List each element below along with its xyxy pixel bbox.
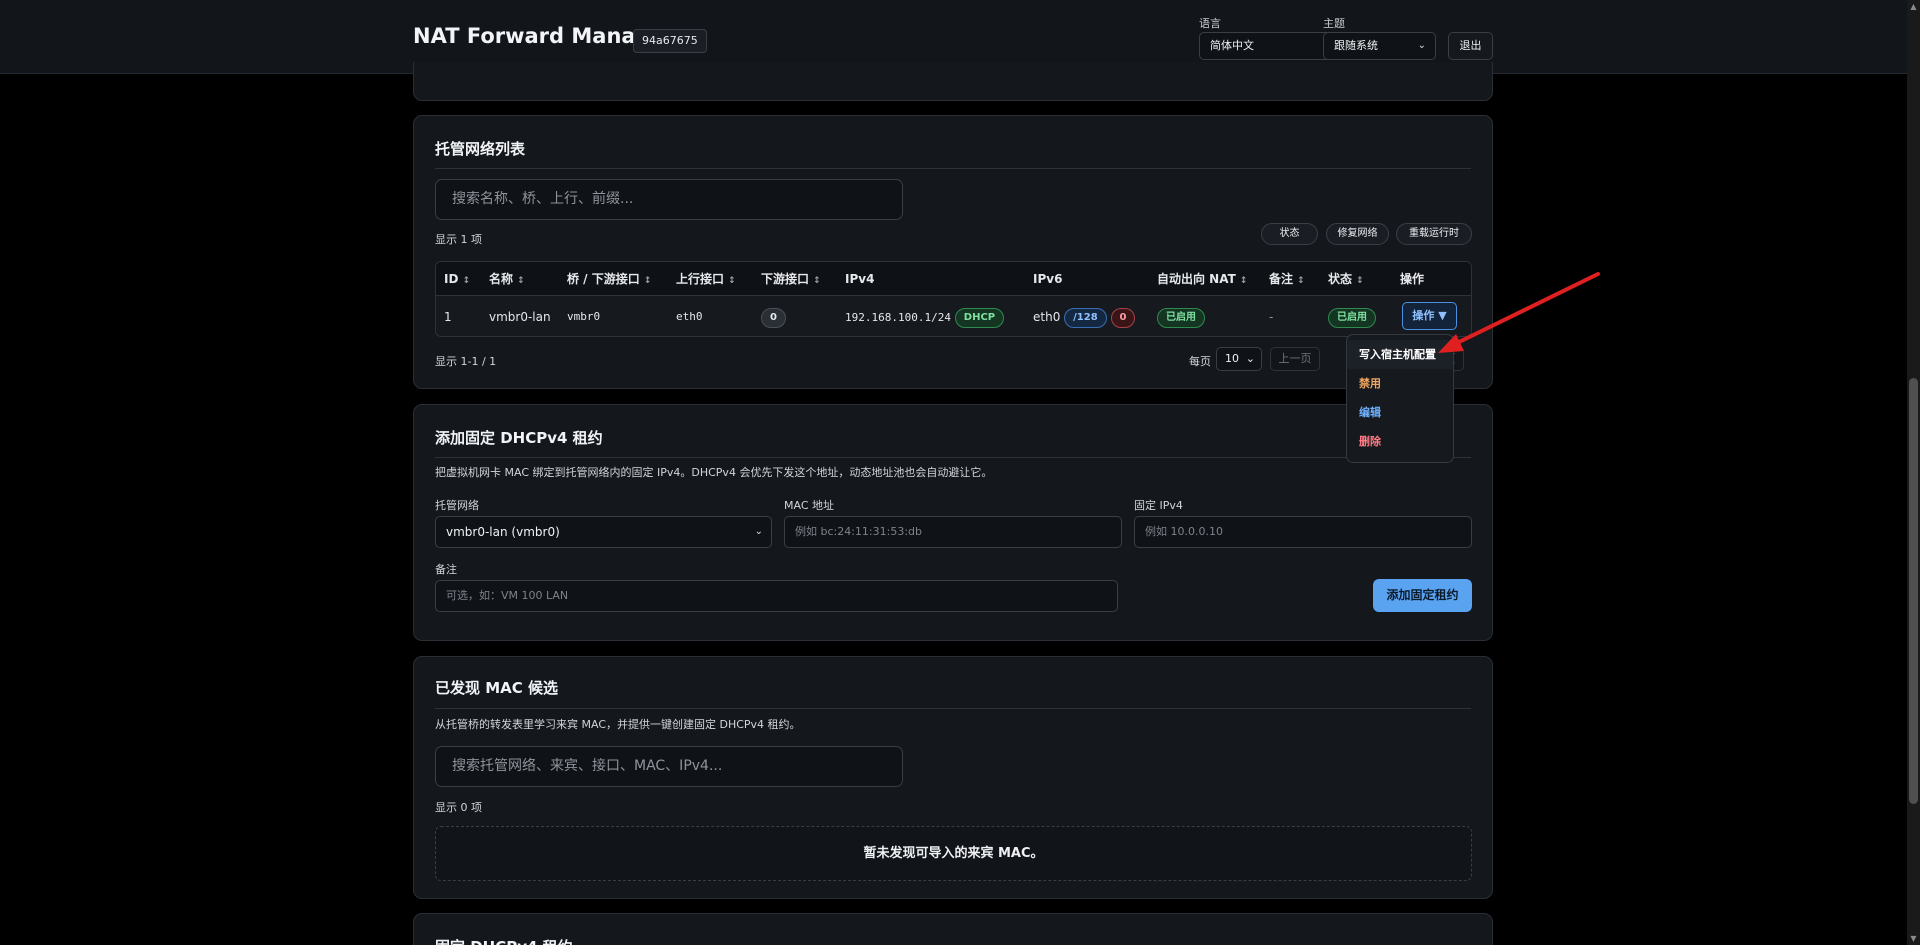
mac-input[interactable]: 例如 bc:24:11:31:53:db	[784, 516, 1122, 548]
card-description: 把虚拟机网卡 MAC 绑定到托管网络内的固定 IPv4。DHCPv4 会优先下发…	[435, 466, 993, 479]
chevron-down-icon: ⌄	[1417, 40, 1426, 51]
downstream-count-badge: 0	[761, 307, 786, 328]
ipv6-iface: eth0	[1033, 310, 1061, 324]
card-title: 固定 DHCPv4 租约	[435, 936, 573, 945]
ipv6-count-badge: 0	[1110, 307, 1136, 328]
theme-select[interactable]: 跟随系统 ⌄	[1323, 32, 1436, 60]
version-badge: 94a67675	[633, 29, 707, 53]
add-lease-button[interactable]: 添加固定租约	[1373, 579, 1472, 612]
per-page-label: 每页	[1189, 355, 1211, 368]
reload-runtime-button[interactable]: 重载运行时	[1396, 223, 1472, 245]
card-description: 从托管桥的转发表里学习来宾 MAC，并提供一键创建固定 DHCPv4 租约。	[435, 718, 801, 731]
column-uplink[interactable]: 上行接口 ↕	[676, 262, 736, 296]
table-header: ID ↕ 名称 ↕ 桥 / 下游接口 ↕ 上行接口 ↕ 下游接口 ↕ IPv4 IPv6 …	[436, 262, 1471, 296]
language-label: 语言	[1199, 17, 1221, 30]
row-status: 已启用	[1328, 296, 1376, 336]
mac-count: 显示 0 项	[435, 801, 482, 814]
row-name: vmbr0-lan	[489, 310, 551, 324]
network-count: 显示 1 项	[435, 233, 482, 246]
row-id: 1	[444, 310, 452, 324]
table-row: 1 vmbr0-lan vmbr0 eth0 0 192.168.100.1/2…	[436, 296, 1471, 336]
row-actions-menu: 写入宿主机配置 禁用 编辑 删除	[1346, 334, 1454, 463]
menu-item-delete[interactable]: 删除	[1347, 427, 1453, 456]
ipv4-input[interactable]: 例如 10.0.0.10	[1134, 516, 1472, 548]
per-page-select[interactable]: 10 ⌄	[1216, 347, 1262, 371]
auto-nat-badge: 已启用	[1157, 307, 1205, 328]
note-input[interactable]: 可选，如：VM 100 LAN	[435, 580, 1118, 612]
divider	[435, 168, 1471, 169]
previous-card	[413, 62, 1493, 101]
column-actions: 操作	[1400, 272, 1425, 286]
theme-label: 主题	[1323, 17, 1345, 30]
column-note[interactable]: 备注 ↕	[1269, 262, 1305, 296]
divider	[435, 457, 1471, 458]
mac-candidates-card: 已发现 MAC 候选 从托管桥的转发表里学习来宾 MAC，并提供一键创建固定 D…	[413, 656, 1493, 899]
column-id[interactable]: ID ↕	[444, 262, 470, 296]
prev-page-button[interactable]: 上一页	[1270, 347, 1320, 371]
note-label: 备注	[435, 563, 457, 576]
column-bridge[interactable]: 桥 / 下游接口 ↕	[567, 262, 651, 296]
language-select-value: 简体中文	[1210, 39, 1254, 52]
row-uplink: eth0	[676, 310, 703, 323]
add-dhcp-lease-card: 添加固定 DHCPv4 租约 把虚拟机网卡 MAC 绑定到托管网络内的固定 IP…	[413, 404, 1493, 641]
status-button[interactable]: 状态	[1261, 223, 1318, 245]
mac-search-input[interactable]: 搜索托管网络、来宾、接口、MAC、IPv4...	[435, 746, 903, 787]
status-badge: 已启用	[1328, 307, 1376, 328]
ipv6-prefix-badge: /128	[1064, 307, 1107, 328]
card-title: 添加固定 DHCPv4 租约	[435, 429, 603, 447]
network-label: 托管网络	[435, 499, 479, 512]
row-note: -	[1269, 310, 1274, 324]
logout-button[interactable]: 退出	[1448, 32, 1493, 60]
caret-down-icon: ▼	[1438, 309, 1447, 322]
mac-label: MAC 地址	[784, 499, 834, 512]
network-select[interactable]: vmbr0-lan (vmbr0) ⌄	[435, 516, 772, 548]
fixed-leases-card: 固定 DHCPv4 租约	[413, 913, 1493, 945]
row-actions-button[interactable]: 操作 ▼	[1402, 302, 1457, 330]
network-search-input[interactable]: 搜索名称、桥、上行、前缀...	[435, 179, 903, 220]
empty-state: 暂未发现可导入的来宾 MAC。	[435, 826, 1472, 881]
column-name[interactable]: 名称 ↕	[489, 262, 525, 296]
divider	[435, 708, 1471, 709]
column-ipv6: IPv6	[1033, 272, 1063, 286]
page-scrollbar-thumb[interactable]	[1909, 378, 1918, 804]
column-ipv4: IPv4	[845, 272, 875, 286]
scroll-down-icon[interactable]: ▼	[1907, 932, 1920, 945]
row-auto-nat: 已启用	[1157, 296, 1205, 336]
repair-network-button[interactable]: 修复网络	[1326, 223, 1389, 245]
column-downstream[interactable]: 下游接口 ↕	[761, 262, 821, 296]
pagination-range: 显示 1-1 / 1	[435, 355, 497, 368]
scroll-up-icon[interactable]: ▲	[1907, 0, 1920, 13]
chevron-down-icon: ⌄	[1245, 352, 1255, 365]
theme-select-value: 跟随系统	[1334, 39, 1378, 52]
column-auto-nat[interactable]: 自动出向 NAT ↕	[1157, 262, 1247, 296]
managed-networks-card: 托管网络列表 搜索名称、桥、上行、前缀... 显示 1 项 状态 修复网络 重载…	[413, 115, 1493, 389]
row-ipv4: 192.168.100.1/24 DHCP	[845, 296, 1005, 336]
menu-item-write-host-config[interactable]: 写入宿主机配置	[1347, 340, 1453, 369]
card-title: 已发现 MAC 候选	[435, 679, 558, 697]
row-ipv6: eth0 /128 0	[1033, 296, 1136, 336]
row-bridge: vmbr0	[567, 310, 601, 323]
ipv4-label: 固定 IPv4	[1134, 499, 1183, 512]
networks-table: ID ↕ 名称 ↕ 桥 / 下游接口 ↕ 上行接口 ↕ 下游接口 ↕ IPv4 IPv6 …	[435, 261, 1472, 337]
card-title: 托管网络列表	[435, 140, 526, 158]
ipv4-address: 192.168.100.1/24	[845, 311, 951, 324]
chevron-down-icon: ⌄	[754, 526, 763, 537]
dhcp-badge: DHCP	[954, 307, 1005, 328]
row-downstream: 0	[761, 296, 786, 336]
menu-item-disable[interactable]: 禁用	[1347, 369, 1453, 398]
menu-item-edit[interactable]: 编辑	[1347, 398, 1453, 427]
column-status[interactable]: 状态 ↕	[1328, 262, 1364, 296]
